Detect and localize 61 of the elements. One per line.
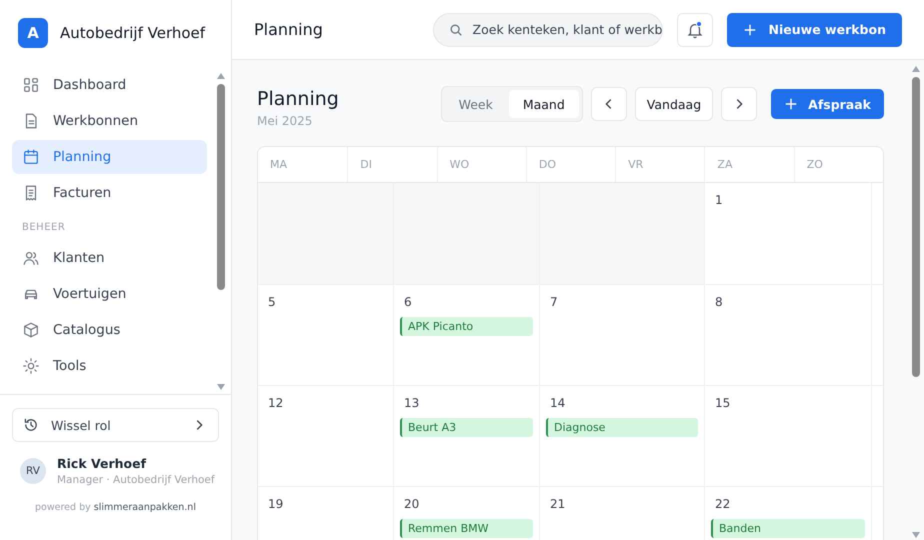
appointment[interactable]: Beurt A3 [400, 418, 533, 437]
page-title: Planning [254, 20, 324, 39]
date-number: 19 [267, 497, 284, 511]
section-label: BEHEER [21, 221, 66, 235]
date-number: 7 [549, 295, 558, 309]
date-number: 13 [403, 396, 420, 410]
user-role: Manager · Autobedrijf Verhoef [57, 474, 215, 486]
weekday-header: VR [615, 147, 704, 182]
sun-icon [22, 357, 40, 375]
weekday-header: DI [347, 147, 437, 182]
sidebar-item[interactable]: Tools [12, 349, 207, 383]
plus-icon [742, 22, 757, 36]
view-tab[interactable]: Maand [508, 90, 579, 118]
people-icon [22, 249, 40, 267]
search-icon [448, 22, 463, 36]
date-number: 20 [403, 497, 420, 511]
date-number: 6 [403, 295, 412, 309]
new-work-order-button[interactable]: Nieuwe werkbon [726, 12, 902, 46]
weekday-header: DO [526, 147, 616, 182]
plus-icon [784, 97, 798, 111]
cube-icon [22, 321, 40, 339]
grid-icon [22, 76, 40, 94]
appointment[interactable]: Diagnose [546, 418, 698, 437]
search-input[interactable]: Zoek kenteken, klant of werkb [472, 22, 662, 37]
history-icon [23, 417, 39, 433]
powered-by-text: powered by slimmeraanpakken.nl [34, 501, 197, 513]
user-name: Rick Verhoef [57, 456, 148, 471]
notification-button[interactable] [676, 12, 713, 46]
date-number: 21 [549, 497, 566, 511]
sidebar-item[interactable]: Catalogus [12, 313, 207, 347]
appointment[interactable]: APK Picanto [400, 317, 533, 336]
today-button[interactable]: Vandaag [634, 87, 714, 121]
add-appointment-button[interactable]: Afspraak [771, 89, 884, 119]
date-number: 12 [267, 396, 284, 410]
weekday-header: MA [269, 157, 288, 173]
date-number: 15 [714, 396, 730, 410]
sidebar-item[interactable]: Dashboard [12, 68, 207, 102]
date-number: 22 [714, 497, 730, 511]
date-number: 1 [714, 193, 723, 207]
switch-role-button[interactable]: Wissel rol [12, 408, 219, 442]
weekday-header: ZA [704, 147, 794, 182]
view-tab[interactable]: Week [444, 90, 507, 118]
logo: A [18, 18, 48, 48]
sidebar-item[interactable]: Klanten [12, 241, 207, 275]
calendar-icon [22, 148, 40, 166]
sidebar-item[interactable]: Planning [12, 140, 207, 174]
avatar: RV [20, 458, 46, 484]
sidebar-item[interactable]: Facturen [12, 176, 207, 210]
sidebar-item[interactable]: Werkbonnen [12, 104, 207, 138]
search-field[interactable]: Zoek kenteken, klant of werkb [432, 12, 663, 46]
appointment[interactable]: Banden [711, 519, 865, 538]
appointment[interactable]: Remmen BMW [400, 519, 533, 538]
section-title: Planning [257, 88, 339, 110]
date-number: 5 [267, 295, 276, 309]
weekday-header: WO [436, 147, 526, 182]
weekday-header: ZO [794, 147, 883, 182]
company-name: Autobedrijf Verhoef [60, 24, 206, 42]
date-number: 8 [714, 295, 723, 309]
date-number: 14 [549, 396, 566, 410]
sidebar-item[interactable]: Voertuigen [12, 277, 207, 311]
month-label: Mei 2025 [257, 114, 314, 128]
